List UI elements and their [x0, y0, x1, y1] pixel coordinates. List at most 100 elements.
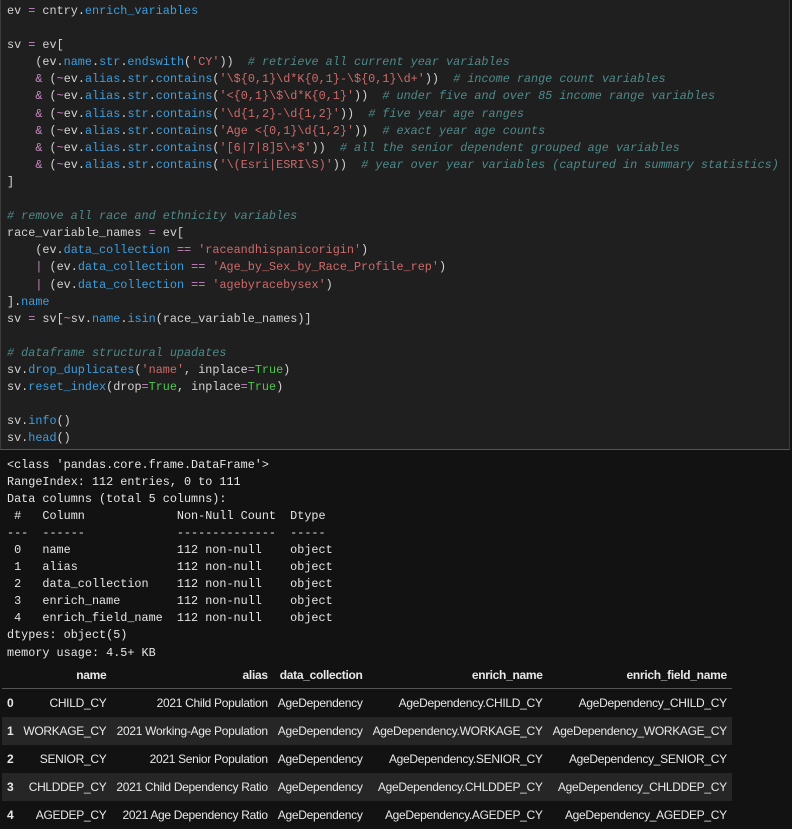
code-attribute: data_collection	[77, 277, 185, 292]
code-text: (	[212, 89, 220, 104]
code-line: ]	[7, 174, 779, 191]
code-comment: # retrieve all current year variables	[247, 55, 510, 70]
code-attribute: contains	[155, 157, 213, 172]
code-editor[interactable]: ev = cntry.enrich_variables sv = ev[ (ev.…	[7, 3, 779, 447]
table-cell: AgeDependency_AGEDEP_CY	[564, 808, 727, 822]
code-line: (ev.data_collection == 'raceandhispanico…	[7, 242, 779, 259]
table-cell: AgeDependency_WORKAGE_CY	[552, 724, 728, 738]
code-attribute: head	[28, 431, 57, 446]
code-text: sv	[7, 311, 29, 326]
code-attribute: contains	[155, 72, 213, 87]
code-line: & (~ev.alias.str.contains('\d{1,2}-\d{1,…	[7, 106, 779, 123]
code-operator: ==	[176, 243, 192, 258]
code-text: (	[42, 123, 57, 138]
code-attribute: str	[127, 123, 149, 138]
column-header: data_collection	[272, 662, 368, 689]
column-header: name	[18, 662, 112, 689]
code-line: race_variable_names = ev[	[7, 225, 779, 242]
dataframe-table: name alias data_collection enrich_name enric…	[2, 662, 732, 829]
code-text: )	[361, 243, 369, 258]
code-operator: =	[148, 226, 156, 241]
code-attribute: data_collection	[63, 243, 170, 258]
code-string: 'Age_by_Sex_by_Race_Profile_rep'	[212, 260, 439, 275]
code-operator: ~	[63, 311, 71, 326]
stdout-line: 2 data_collection 112 non-null object	[7, 577, 333, 592]
code-text: sv	[7, 38, 29, 53]
table-cell: SENIOR_CY	[39, 752, 107, 766]
table-cell: AgeDependency	[277, 724, 363, 738]
code-text: ))	[339, 106, 369, 121]
code-line: & (~ev.alias.str.contains('[6|7|8]5\+$')…	[7, 140, 779, 157]
code-text: sv[	[35, 311, 64, 326]
code-text: (drop	[106, 380, 142, 395]
code-text: ))	[424, 72, 454, 87]
code-operator: ~	[56, 106, 64, 121]
code-attribute: alias	[84, 140, 121, 155]
code-operator: ~	[56, 89, 64, 104]
table-cell: 2021 Senior Population	[149, 752, 268, 766]
table-row: 4 AGEDEP_CY 2021 Age Dependency Ratio AgeDe…	[2, 801, 732, 829]
stdout-line: 1 alias 112 non-null object	[7, 560, 333, 575]
code-text: ))	[311, 140, 340, 155]
code-cell[interactable]: ev = cntry.enrich_variables sv = ev[ (ev.…	[0, 0, 790, 450]
code-text: ev[	[35, 38, 64, 53]
code-attribute: str	[127, 106, 149, 121]
code-attribute: alias	[84, 89, 121, 104]
code-attribute: reset_index	[28, 380, 107, 395]
code-text: ev.	[63, 89, 85, 104]
code-line: | (ev.data_collection == 'agebyracebysex…	[7, 277, 779, 294]
code-attribute: str	[127, 89, 149, 104]
code-string: '\d{1,2}-\d{1,2}'	[219, 106, 340, 121]
row-index: 0	[7, 696, 14, 710]
table-row: 3 CHLDDEP_CY 2021 Child Dependency Ratio Ag…	[2, 773, 732, 801]
code-text: ev.	[63, 123, 85, 138]
code-line: # remove all race and ethnicity variable…	[7, 208, 779, 225]
table-cell: AgeDependency.CHLDDEP_CY	[377, 780, 543, 794]
code-text: ev.	[63, 157, 85, 172]
code-attribute: str	[127, 72, 149, 87]
code-attribute: info	[28, 414, 57, 429]
code-attribute: endswith	[127, 55, 185, 70]
code-line: sv.drop_duplicates('name', inplace=True)	[7, 362, 779, 379]
code-text: (	[212, 123, 220, 138]
code-line: ev = cntry.enrich_variables	[7, 3, 779, 20]
code-operator: =	[247, 362, 255, 377]
code-operator: ~	[56, 72, 64, 87]
code-attribute: enrich_variables	[84, 4, 199, 18]
code-text: (	[42, 89, 57, 104]
column-header: alias	[111, 662, 273, 689]
column-header: enrich_field_name	[547, 662, 732, 689]
row-index: 2	[7, 752, 14, 766]
code-text: .	[148, 89, 156, 104]
stdout-line: 4 enrich_field_name 112 non-null object	[7, 611, 333, 626]
table-cell: WORKAGE_CY	[23, 724, 107, 738]
code-text: (	[212, 140, 220, 155]
code-line: & (~ev.alias.str.contains('<{0,1}\$\d*K{…	[7, 88, 779, 105]
table-cell: AgeDependency	[277, 780, 363, 794]
column-header: enrich_name	[367, 662, 548, 689]
code-attribute: alias	[84, 157, 121, 172]
code-attribute: contains	[155, 140, 213, 155]
code-text: sv.	[7, 380, 29, 395]
code-string: 'name'	[141, 362, 185, 377]
code-line: & (~ev.alias.str.contains('Age <{0,1}\d{…	[7, 123, 779, 140]
row-index: 3	[7, 780, 14, 794]
code-attribute: name	[21, 294, 50, 309]
code-string: '<{0,1}\$\d*K{0,1}'	[219, 89, 355, 104]
code-text: .	[148, 140, 156, 155]
code-string: '[6|7|8]5\+$'	[219, 140, 312, 155]
code-comment: # dataframe structural upadates	[7, 345, 227, 360]
code-text: (race_variable_names)]	[155, 311, 312, 326]
stdout-line: memory usage: 4.5+ KB	[7, 645, 156, 660]
code-text: ]	[7, 174, 15, 189]
stdout-line: Data columns (total 5 columns):	[7, 492, 227, 507]
code-text: )	[325, 277, 333, 292]
code-attribute: alias	[84, 123, 121, 138]
code-text: , inplace	[176, 380, 241, 395]
code-line: (ev.name.str.endswith('CY')) # retrieve …	[7, 54, 779, 71]
code-text: (	[42, 140, 57, 155]
row-index: 4	[7, 808, 14, 822]
